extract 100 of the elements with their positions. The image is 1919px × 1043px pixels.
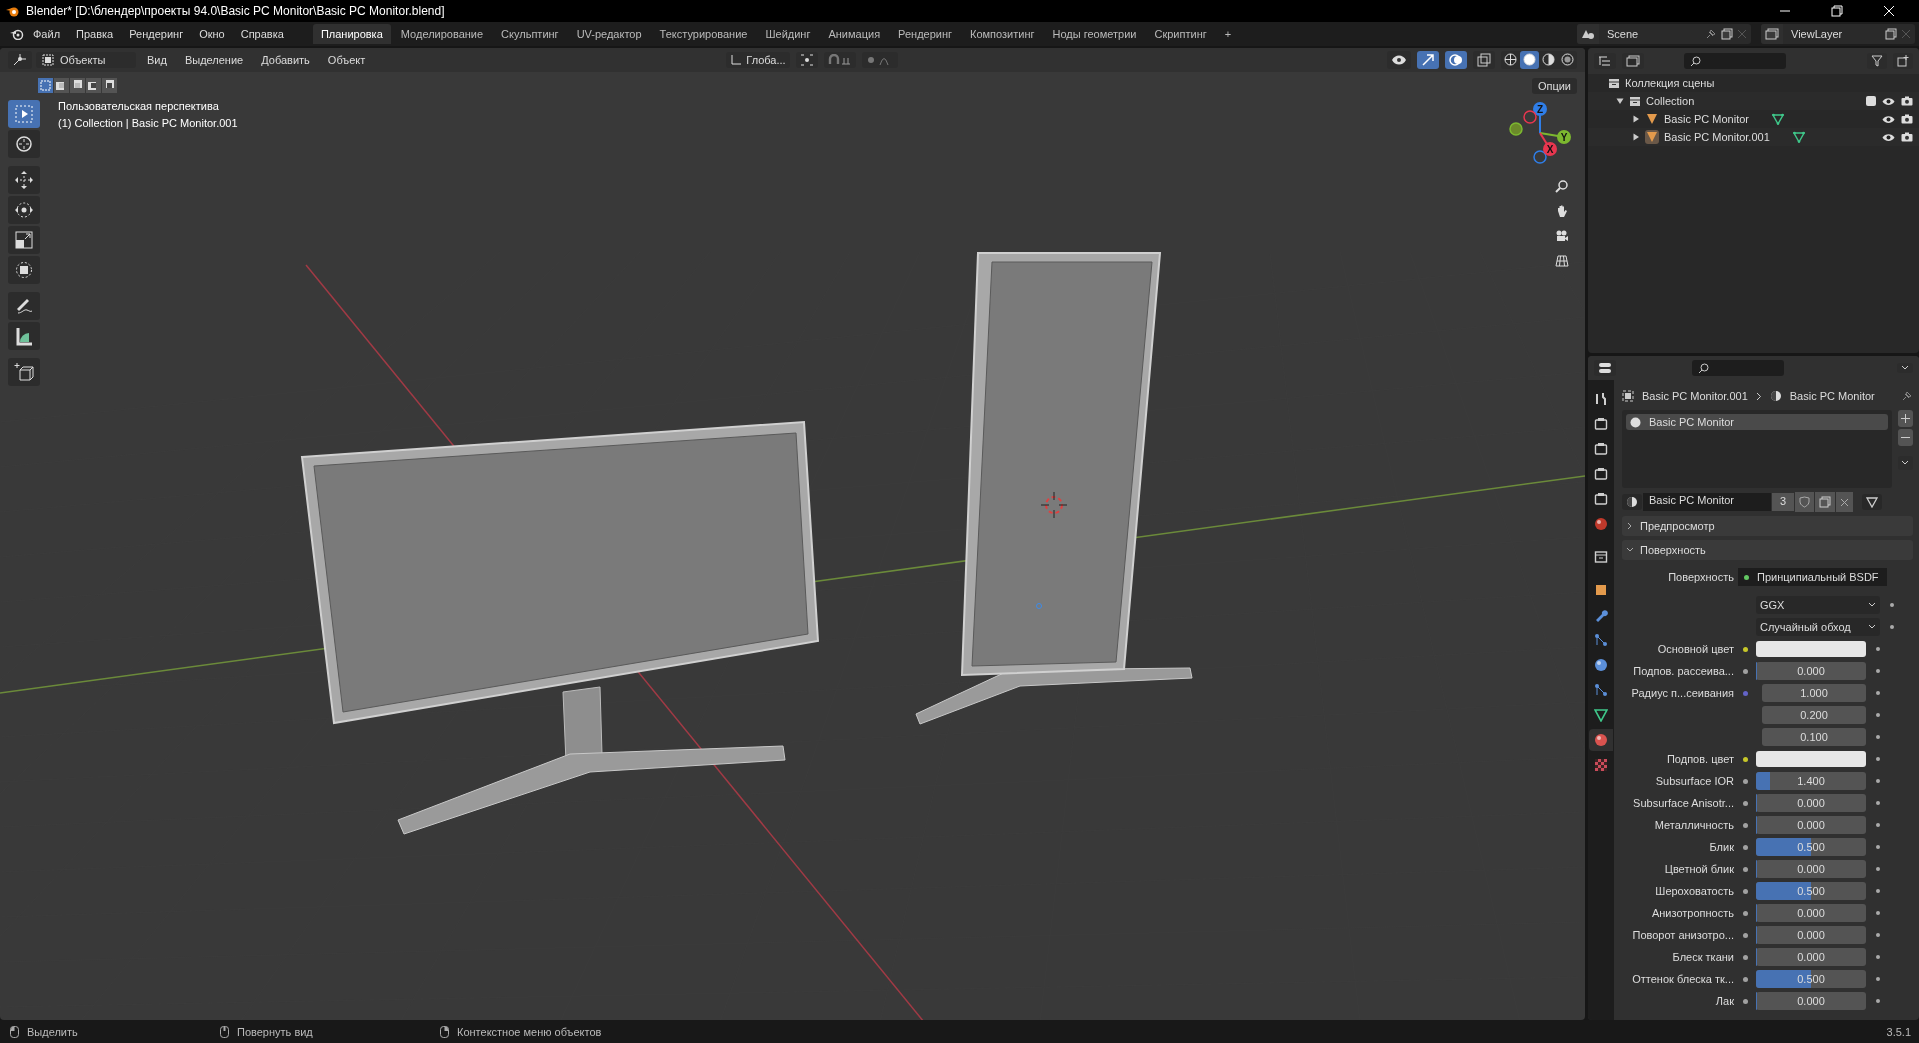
keyframe-dot[interactable] (1876, 713, 1880, 717)
menu-item[interactable]: Добавить (254, 52, 317, 68)
options-dropdown[interactable]: Опции (1531, 78, 1577, 94)
add-slot-button[interactable] (1898, 410, 1913, 427)
workspace-tab[interactable]: Моделирование (392, 24, 492, 44)
slider[interactable]: 0.000 (1756, 926, 1866, 944)
workspace-tab[interactable]: Ноды геометрии (1044, 24, 1145, 44)
slot-menu-button[interactable] (1898, 456, 1913, 470)
menu-item[interactable]: Правка (69, 26, 121, 42)
search-field[interactable] (1684, 53, 1786, 69)
outliner-item[interactable]: Basic PC Monitor (1664, 113, 1749, 125)
keyframe-dot[interactable] (1876, 933, 1880, 937)
expand-arrow-icon[interactable] (1616, 97, 1624, 105)
duplicate-button[interactable] (1815, 492, 1836, 512)
shading-mode-button[interactable] (1501, 51, 1520, 69)
selection-mode-button[interactable] (70, 78, 85, 93)
outliner-item[interactable]: Basic PC Monitor.001 (1664, 131, 1770, 143)
3d-viewport[interactable]: Объекты Вид Выделение Добавить Объект Глоба... Опции Пользовательская перспектива (1) Collection | Basic PC Monitor.001 Z Y X (0, 48, 1585, 1020)
expand-arrow-icon[interactable] (1632, 115, 1640, 123)
add-workspace-button[interactable]: + (1216, 24, 1240, 44)
slider[interactable]: 0.000 (1756, 662, 1866, 680)
camera-icon[interactable] (1901, 132, 1913, 142)
unlink-button[interactable] (1836, 492, 1854, 512)
socket-dot[interactable] (1742, 646, 1748, 652)
socket-dot[interactable] (1742, 800, 1748, 806)
keyframe-dot[interactable] (1876, 735, 1880, 739)
slider[interactable]: 0.000 (1756, 860, 1866, 878)
eye-icon[interactable] (1882, 96, 1895, 106)
socket-dot[interactable] (1742, 910, 1748, 916)
menu-item[interactable]: Файл (26, 26, 68, 42)
new-collection-button[interactable] (1893, 53, 1913, 69)
color-swatch[interactable] (1756, 641, 1866, 657)
panel-header[interactable]: Предпросмотр (1622, 516, 1913, 536)
menu-item[interactable]: Выделение (177, 52, 251, 68)
move-tool-button[interactable] (8, 166, 40, 194)
menu-item[interactable]: Окно (192, 26, 232, 42)
keyframe-dot[interactable] (1876, 669, 1880, 673)
socket-dot[interactable] (1742, 844, 1748, 850)
cursor-tool-button[interactable] (8, 130, 40, 158)
keyframe-dot[interactable] (1876, 801, 1880, 805)
view-layer-selector[interactable] (1761, 24, 1783, 44)
socket-dot[interactable] (1742, 954, 1748, 960)
filter-view-dropdown[interactable] (1622, 53, 1644, 69)
keyframe-dot[interactable] (1876, 955, 1880, 959)
socket-dot[interactable] (1744, 574, 1749, 580)
socket-dot[interactable] (1742, 932, 1748, 938)
menu-item[interactable]: Рендеринг (122, 26, 191, 42)
slider[interactable]: 0.500 (1756, 882, 1866, 900)
pivot-dropdown[interactable] (795, 52, 818, 68)
menu-item[interactable]: Вид (140, 52, 174, 68)
material-slot[interactable]: Basic PC Monitor (1626, 414, 1888, 430)
scene-selector[interactable] (1577, 24, 1599, 44)
selection-mode-button[interactable] (102, 78, 117, 93)
keyframe-dot[interactable] (1876, 867, 1880, 871)
dropdown[interactable]: GGX (1756, 596, 1880, 614)
keyframe-dot[interactable] (1876, 757, 1880, 761)
fake-user-button[interactable] (1795, 492, 1815, 512)
socket-dot[interactable] (1742, 998, 1748, 1004)
mesh-object-icon[interactable] (1645, 112, 1659, 126)
monitor-model[interactable] (915, 252, 1193, 725)
slider[interactable]: 0.000 (1756, 992, 1866, 1010)
expand-arrow-icon[interactable] (1632, 133, 1640, 141)
overlay-toggle[interactable] (1445, 51, 1467, 69)
editor-type-button[interactable] (1594, 360, 1616, 376)
remove-slot-button[interactable] (1898, 429, 1913, 446)
camera-icon[interactable] (1901, 96, 1913, 106)
slider[interactable]: 1.400 (1756, 772, 1866, 790)
user-count[interactable]: 3 (1772, 493, 1795, 511)
color-swatch[interactable] (1756, 751, 1866, 767)
shading-mode-button[interactable] (1539, 51, 1558, 69)
xray-toggle[interactable] (1473, 51, 1495, 69)
keyframe-dot[interactable] (1876, 823, 1880, 827)
keyframe-dot[interactable] (1876, 647, 1880, 651)
gizmo-toggle[interactable] (1417, 51, 1439, 69)
socket-dot[interactable] (1742, 822, 1748, 828)
navigation-gizmo[interactable]: Z Y X (1509, 102, 1571, 164)
socket-dot[interactable] (1742, 778, 1748, 784)
proportional-edit-button[interactable] (861, 52, 898, 68)
selection-mode-button[interactable] (86, 78, 101, 93)
workspace-tab[interactable]: Анимация (820, 24, 889, 44)
keyframe-dot[interactable] (1876, 691, 1880, 695)
select-tool-button[interactable] (8, 100, 40, 128)
monitor-model[interactable] (300, 420, 820, 835)
slider[interactable]: 0.000 (1756, 816, 1866, 834)
camera-icon[interactable] (1901, 114, 1913, 124)
mesh-object-icon[interactable] (1645, 130, 1659, 144)
socket-dot[interactable] (1742, 888, 1748, 894)
transform-tool-button[interactable] (8, 256, 40, 284)
keyframe-dot[interactable] (1876, 779, 1880, 783)
add-cube-tool-button[interactable] (8, 358, 40, 386)
pin-icon[interactable] (1705, 28, 1717, 40)
socket-dot[interactable] (1742, 668, 1748, 674)
slider[interactable]: 0.000 (1756, 794, 1866, 812)
pin-icon[interactable] (1901, 390, 1913, 402)
slider[interactable]: 0.000 (1756, 948, 1866, 966)
socket-dot[interactable] (1742, 690, 1748, 696)
material-name-field[interactable]: Basic PC Monitor (1643, 493, 1771, 511)
restore-icon[interactable] (1831, 5, 1843, 17)
keyframe-dot[interactable] (1890, 603, 1894, 607)
keyframe-dot[interactable] (1876, 999, 1880, 1003)
